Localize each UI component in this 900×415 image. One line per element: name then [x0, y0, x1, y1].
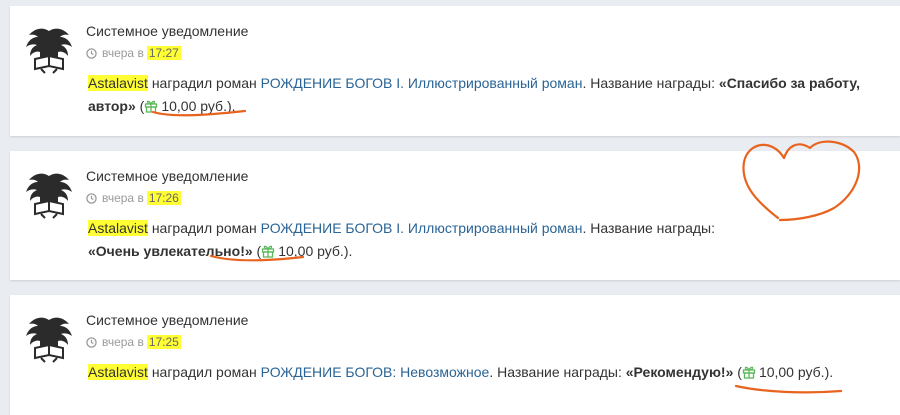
amount-value: 10,00 руб. [758, 364, 825, 380]
notification-card: Системное уведомление вчера в 17:25 Asta… [10, 295, 900, 415]
time-prefix: вчера в [102, 191, 144, 205]
notification-title: Системное уведомление [86, 23, 249, 39]
notification-title: Системное уведомление [86, 168, 249, 184]
award-prefix: . Название награды: [489, 364, 622, 380]
user-link[interactable]: Astalavist [88, 220, 148, 236]
award-name: «Очень увлекательно!» [88, 243, 253, 259]
time-value: 17:26 [146, 191, 181, 205]
action-text: наградил роман [151, 364, 257, 380]
notification-time: вчера в 17:25 [86, 335, 181, 349]
user-link[interactable]: Astalavist [88, 75, 148, 91]
award-name: «Рекомендую!» [625, 364, 734, 380]
award-amount: 10,00 руб. [144, 95, 227, 118]
eagle-emblem-icon [23, 312, 75, 364]
amount-value: 10,00 руб. [161, 98, 227, 114]
award-prefix: . Название награды: [582, 220, 716, 236]
notification-message: Astalavist наградил роман РОЖДЕНИЕ БОГОВ… [88, 72, 882, 118]
award-prefix: . Название награды: [582, 75, 716, 91]
clock-icon [86, 337, 97, 348]
notification-message: Astalavist наградил роман РОЖДЕНИЕ БОГОВ… [88, 361, 882, 384]
notification-time: вчера в 17:27 [86, 46, 181, 60]
user-link[interactable]: Astalavist [88, 364, 148, 380]
time-value: 17:25 [146, 335, 181, 349]
amount-value: 10,00 руб. [278, 243, 344, 259]
eagle-emblem-icon [23, 23, 75, 75]
time-prefix: вчера в [102, 335, 144, 349]
notification-time: вчера в 17:26 [86, 191, 181, 205]
action-text: наградил роман [151, 75, 257, 91]
award-amount: 10,00 руб. [261, 240, 344, 263]
eagle-emblem-icon [23, 168, 75, 220]
gift-icon [144, 99, 158, 113]
award-amount: 10,00 руб. [742, 361, 825, 384]
clock-icon [86, 193, 97, 204]
time-value: 17:27 [146, 46, 181, 60]
notification-message: Astalavist наградил роман РОЖДЕНИЕ БОГОВ… [88, 217, 770, 263]
gift-icon [261, 244, 275, 258]
novel-link[interactable]: РОЖДЕНИЕ БОГОВ: Невозможное [261, 364, 490, 380]
notification-card: Системное уведомление вчера в 17:27 Asta… [10, 6, 900, 136]
clock-icon [86, 48, 97, 59]
novel-link[interactable]: РОЖДЕНИЕ БОГОВ I. Иллюстрированный роман [261, 220, 583, 236]
time-prefix: вчера в [102, 46, 144, 60]
notification-title: Системное уведомление [86, 312, 249, 328]
gift-icon [742, 365, 756, 379]
action-text: наградил роман [151, 220, 257, 236]
notification-card: Системное уведомление вчера в 17:26 Asta… [10, 151, 900, 280]
novel-link[interactable]: РОЖДЕНИЕ БОГОВ I. Иллюстрированный роман [261, 75, 583, 91]
